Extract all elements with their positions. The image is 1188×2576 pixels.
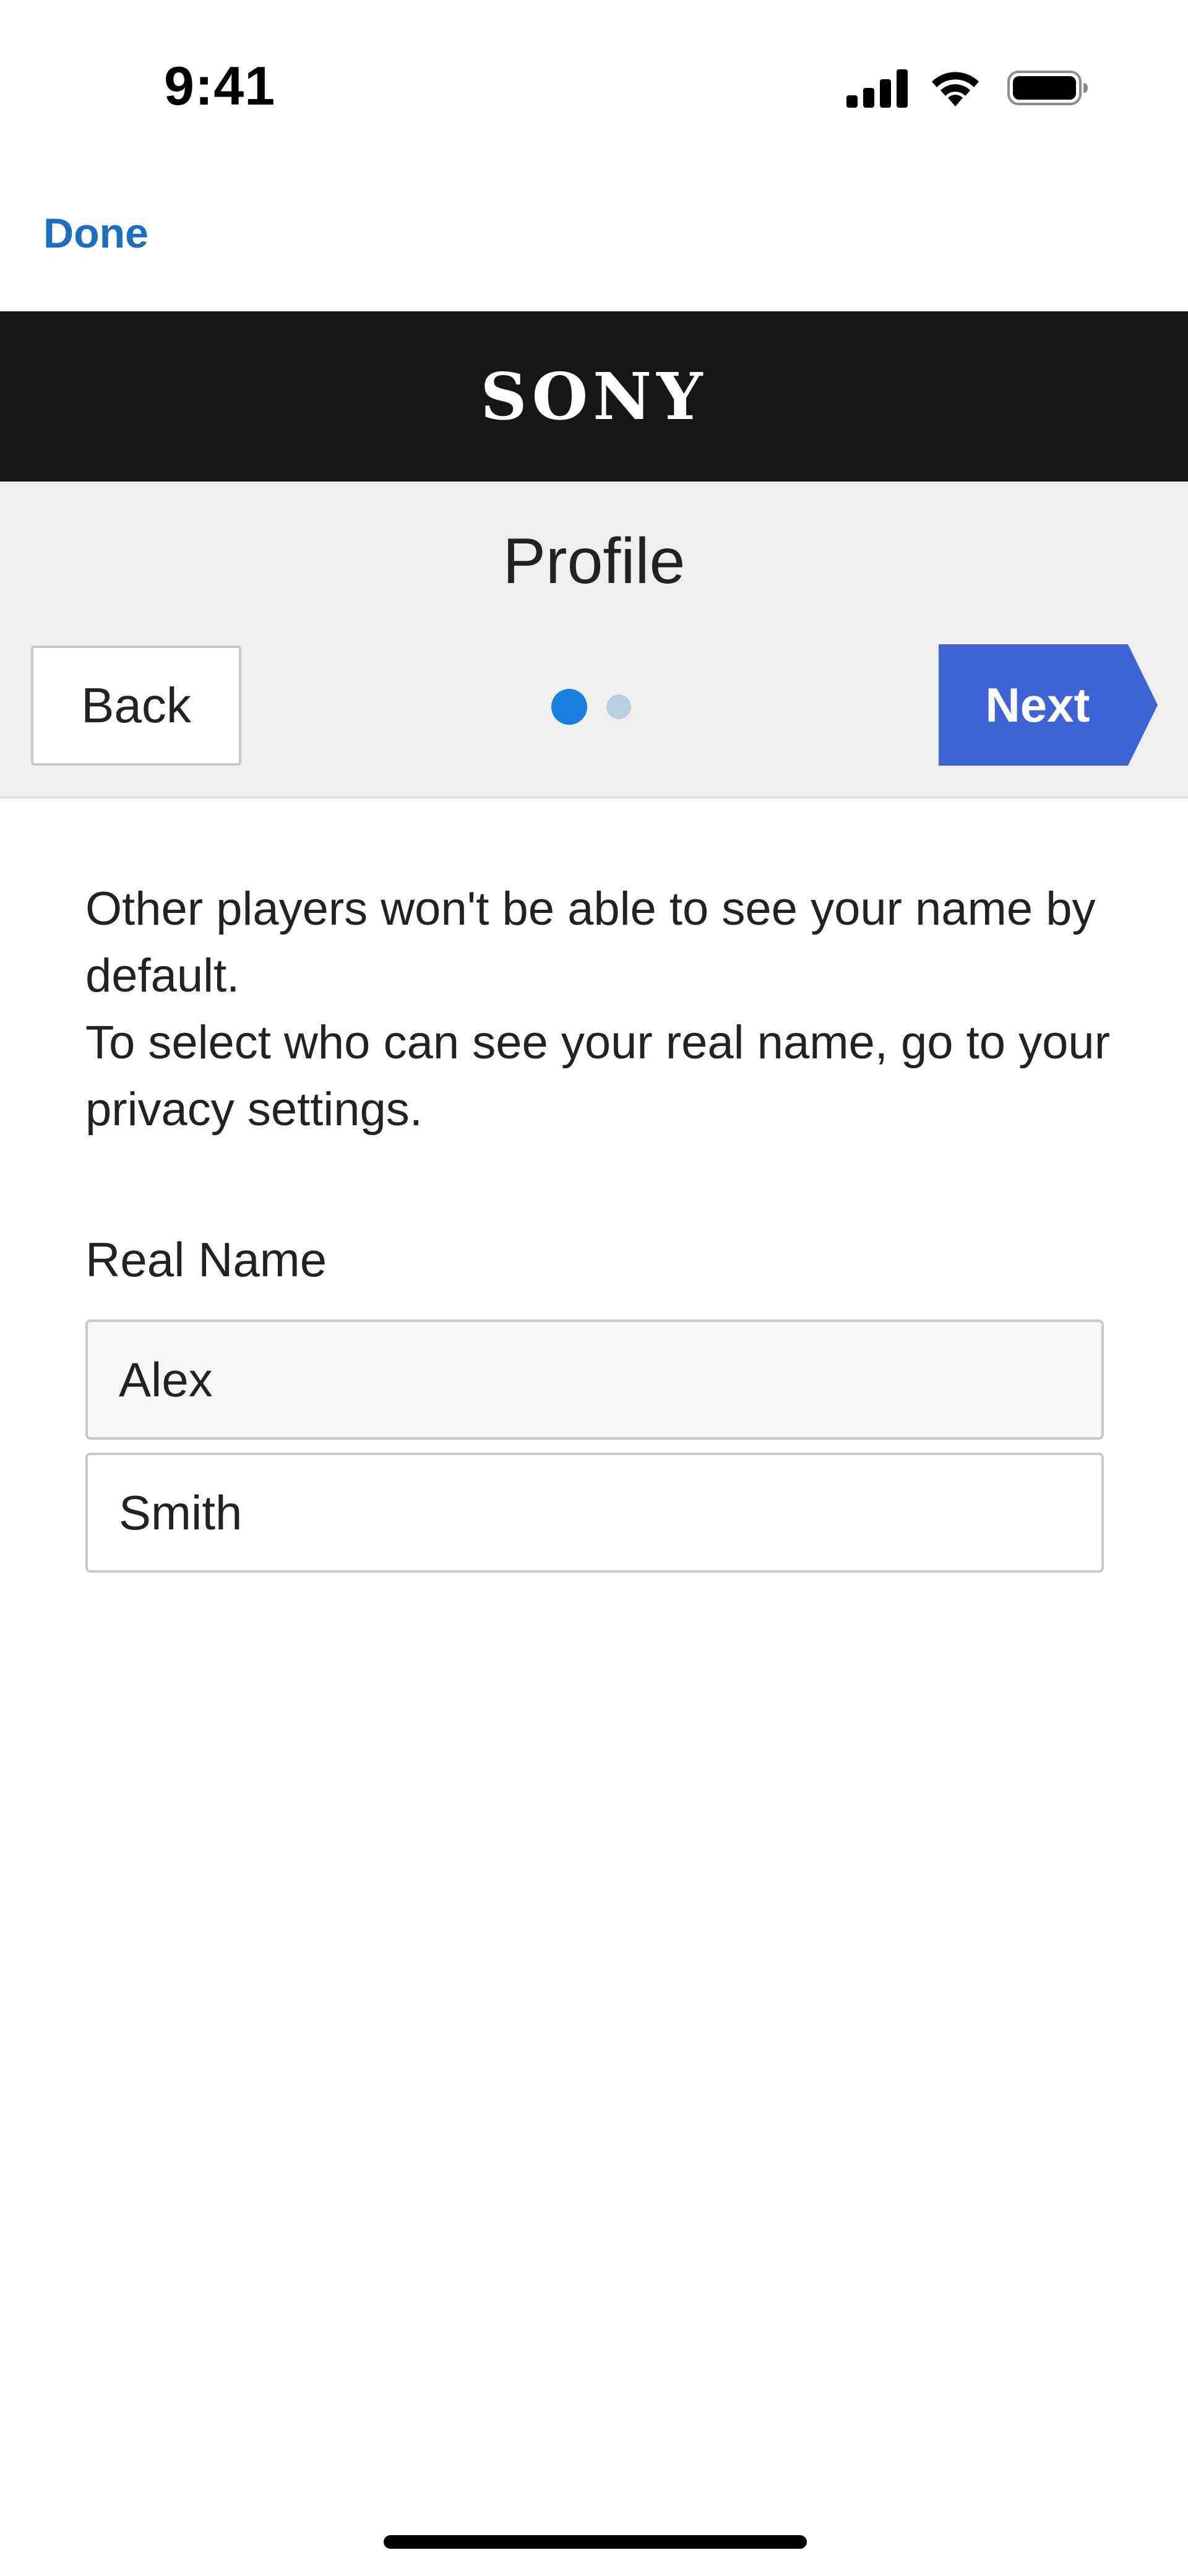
next-button[interactable]: Next xyxy=(939,644,1158,766)
step-indicator xyxy=(551,689,631,725)
info-line-privacy-settings: To select who can see your real name, go… xyxy=(85,1016,1111,1136)
status-time: 9:41 xyxy=(164,55,276,116)
info-line-default-visibility: Other players won't be able to see your … xyxy=(85,883,1096,1002)
page-title: Profile xyxy=(502,525,686,597)
first-name-input[interactable] xyxy=(85,1320,1104,1440)
battery-icon xyxy=(1007,71,1088,105)
privacy-info-text: Other players won't be able to see your … xyxy=(85,876,1131,1143)
sony-logo: SONY xyxy=(480,358,708,434)
home-indicator xyxy=(384,2535,807,2549)
step-dot-active xyxy=(551,689,587,725)
step-dot-inactive xyxy=(606,694,631,719)
brand-header: SONY xyxy=(0,311,1188,482)
back-button[interactable]: Back xyxy=(31,646,241,766)
status-bar: 9:41 xyxy=(0,0,1188,176)
status-icons xyxy=(846,68,1089,108)
wifi-icon xyxy=(932,72,979,106)
real-name-label: Real Name xyxy=(85,1232,327,1287)
next-button-label: Next xyxy=(985,677,1090,732)
profile-header: Profile Back Next xyxy=(0,482,1188,798)
last-name-input[interactable] xyxy=(85,1453,1104,1573)
cellular-signal-icon xyxy=(846,69,908,108)
done-button[interactable]: Done xyxy=(43,209,148,257)
